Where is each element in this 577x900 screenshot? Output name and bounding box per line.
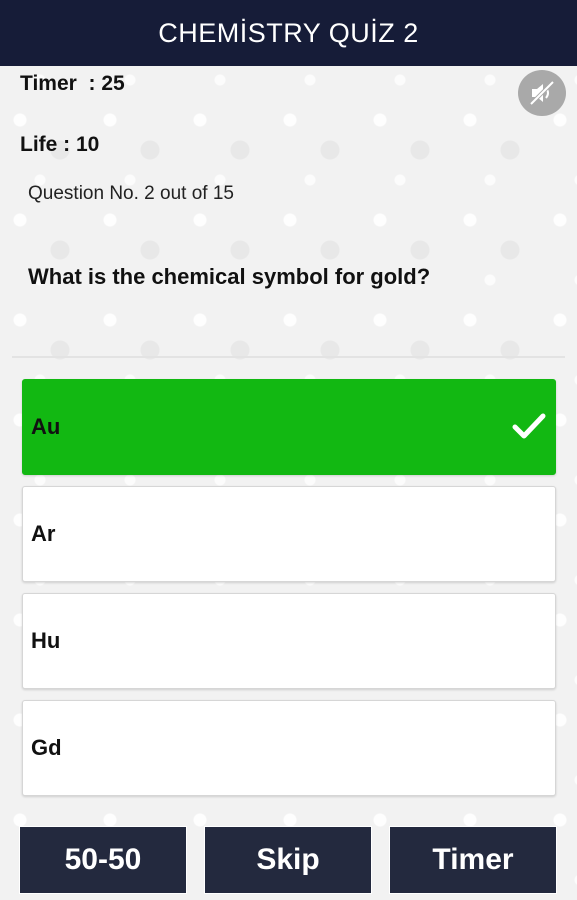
answer-label: Hu bbox=[31, 628, 61, 653]
timer-status: Timer : 25 bbox=[20, 72, 125, 96]
timer-value: 25 bbox=[101, 72, 125, 95]
answer-label: Ar bbox=[31, 521, 56, 546]
skip-button[interactable]: Skip bbox=[204, 826, 372, 894]
life-value: 10 bbox=[76, 133, 100, 156]
life-status: Life : 10 bbox=[20, 133, 99, 157]
sound-off-icon bbox=[529, 80, 555, 106]
checkmark-icon bbox=[512, 413, 546, 439]
answer-label: Au bbox=[31, 414, 61, 439]
answer-label: Gd bbox=[31, 735, 62, 760]
fifty-fifty-button[interactable]: 50-50 bbox=[19, 826, 187, 894]
answer-option-ar[interactable]: Ar bbox=[22, 486, 556, 582]
answer-option-hu[interactable]: Hu bbox=[22, 593, 556, 689]
sound-toggle-button[interactable] bbox=[518, 70, 566, 116]
app-header: CHEMİSTRY QUİZ 2 bbox=[0, 0, 577, 66]
question-number: Question No. 2 out of 15 bbox=[28, 183, 234, 204]
answer-option-gd[interactable]: Gd bbox=[22, 700, 556, 796]
question-text: What is the chemical symbol for gold? bbox=[28, 264, 431, 289]
answer-option-au[interactable]: Au bbox=[22, 379, 556, 475]
life-label: Life : bbox=[20, 133, 76, 156]
timer-button[interactable]: Timer bbox=[389, 826, 557, 894]
timer-label: Timer : bbox=[20, 72, 102, 95]
divider bbox=[12, 356, 565, 358]
page-title: CHEMİSTRY QUİZ 2 bbox=[158, 17, 419, 48]
